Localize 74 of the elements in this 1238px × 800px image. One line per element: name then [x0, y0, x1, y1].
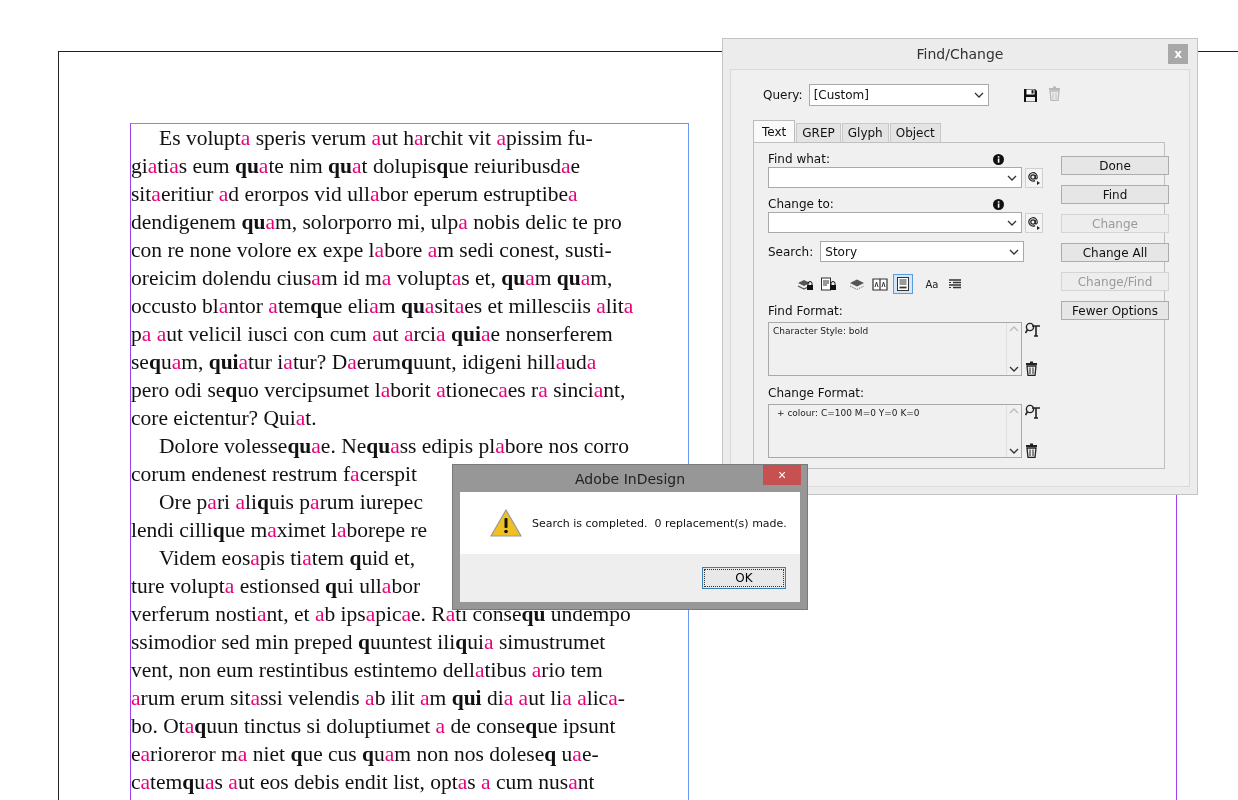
text-line: earioreror ma niet que cus quam non nos doleseq uae- — [131, 741, 599, 768]
chevron-down-icon — [1009, 248, 1020, 255]
text-line: pero odi sequo vercipsumet laborit ationecaes ra sinciant, — [131, 377, 626, 404]
find-format-label: Find Format: — [768, 304, 844, 318]
text-line: lendi cillique maximet laborepe re — [131, 517, 428, 544]
chevron-down-icon — [1007, 174, 1017, 181]
text-line: Ore pari aliquis parum iurepec — [159, 489, 423, 516]
master-pages-icon — [872, 276, 888, 292]
search-label: Search: — [768, 244, 814, 259]
text-line: pa aut velicil iusci con cum aut arcia quiae nonserferem — [131, 321, 613, 348]
warning-icon — [490, 509, 522, 537]
ok-button[interactable]: OK — [702, 567, 786, 589]
alert-message: Search is completed. 0 replacement(s) made. — [532, 516, 787, 530]
find-what-label: Find what: — [768, 152, 830, 166]
change-to-field[interactable] — [768, 212, 1022, 233]
text-line: catemquas aut eos debis endit list, optas a cum nusant — [131, 769, 595, 796]
text-line: ture volupta estionsed qui ullabor — [131, 573, 421, 600]
at-sign-icon — [1027, 170, 1041, 185]
text-line: Videm eosapis tiatem quid et, — [159, 545, 416, 572]
tab[interactable]: Text — [753, 120, 796, 142]
footnotes-icon — [895, 276, 911, 292]
tab[interactable]: Glyph — [841, 123, 889, 142]
save-icon[interactable] — [1022, 87, 1038, 103]
close-button[interactable]: × — [763, 465, 801, 485]
at-sign-icon — [1027, 215, 1041, 230]
info-icon — [993, 198, 1004, 210]
text-line: Dolore volessequae. Nequass edipis plabore nos corro — [159, 433, 629, 460]
search-dropdown[interactable]: Story — [820, 241, 1025, 262]
tab[interactable]: GREP — [796, 123, 841, 142]
trash-icon[interactable] — [1025, 443, 1038, 458]
chevron-down-icon — [1009, 448, 1019, 454]
text-line: corum endenest restrum facerspit — [131, 461, 417, 488]
tab[interactable]: Object — [889, 123, 941, 142]
text-line: sitaeritiur ad erorpos vid ullabor eperum estruptibea — [131, 181, 578, 208]
find-format-box[interactable]: Character Style: bold — [768, 322, 1022, 376]
query-dropdown[interactable]: [Custom] — [808, 84, 989, 106]
text-line: oreicim dolendu ciusam id ma voluptas et, quam quam, — [131, 265, 613, 292]
panel-title: Find/Change — [916, 46, 1004, 62]
text-line: arum erum sitassi velendis ab ilit am qui dia aut lia alica- — [131, 685, 625, 712]
text-line: ssimodior sed min preped quuntest iliquia simustrumet — [131, 629, 606, 656]
text-line: Es volupta speris verum aut harchit vit apissim fu- — [159, 125, 593, 152]
text-line: con re none volore ex expe labore am sedi conest, susti- — [131, 237, 612, 264]
chevron-down-icon — [1009, 366, 1019, 372]
special-characters-button[interactable] — [1025, 212, 1043, 233]
text-line: dendigenem quam, solorporro mi, ulpa nobis delic te pro — [131, 209, 622, 236]
info-icon — [993, 153, 1004, 165]
dialog-button[interactable]: Change All — [1061, 243, 1169, 262]
chevron-down-icon — [973, 92, 984, 98]
text-line: giatias eum quate nim quat dolupisque reiuribusdae — [131, 153, 581, 180]
text-line: sequam, quiatur iatur? Daerumquunt, idigeni hillauda — [131, 349, 597, 376]
locked-stories-toggle[interactable] — [818, 274, 838, 294]
text-line: occusto blantor atemque eliam quasitaes et millesciis alita — [131, 293, 634, 320]
locked-stories-icon — [820, 276, 836, 292]
dialog-button[interactable]: Find — [1061, 185, 1169, 204]
dialog-button[interactable]: Done — [1061, 156, 1169, 175]
query-label: Query: — [763, 88, 803, 102]
find-what-field[interactable] — [768, 167, 1022, 188]
dialog-button[interactable]: Fewer Options — [1061, 301, 1169, 320]
text-line: vent, non eum restintibus estintemo dellatibus ario tem — [131, 657, 603, 684]
format-search-icon[interactable] — [1025, 404, 1041, 419]
chevron-down-icon — [1007, 219, 1017, 226]
footnotes-toggle[interactable] — [893, 274, 913, 294]
case-sensitive-toggle[interactable]: Aa — [922, 274, 942, 294]
text-line: core eictentur? Quiat. — [131, 405, 317, 432]
dialog-title: Adobe InDesign — [574, 470, 686, 487]
change-to-label: Change to: — [768, 197, 834, 211]
chevron-up-icon — [1009, 326, 1019, 332]
special-characters-button[interactable] — [1025, 167, 1043, 188]
text-line: bo. Otaquun tinctus si doluptiumet a de conseque ipsunt — [131, 713, 616, 740]
change-format-box[interactable]: + colour: C=100 M=0 Y=0 K=0 — [768, 404, 1022, 458]
format-search-icon[interactable] — [1025, 322, 1041, 337]
change-format-label: Change Format: — [768, 386, 866, 400]
trash-icon[interactable] — [1025, 361, 1038, 376]
chevron-up-icon — [1009, 408, 1019, 414]
